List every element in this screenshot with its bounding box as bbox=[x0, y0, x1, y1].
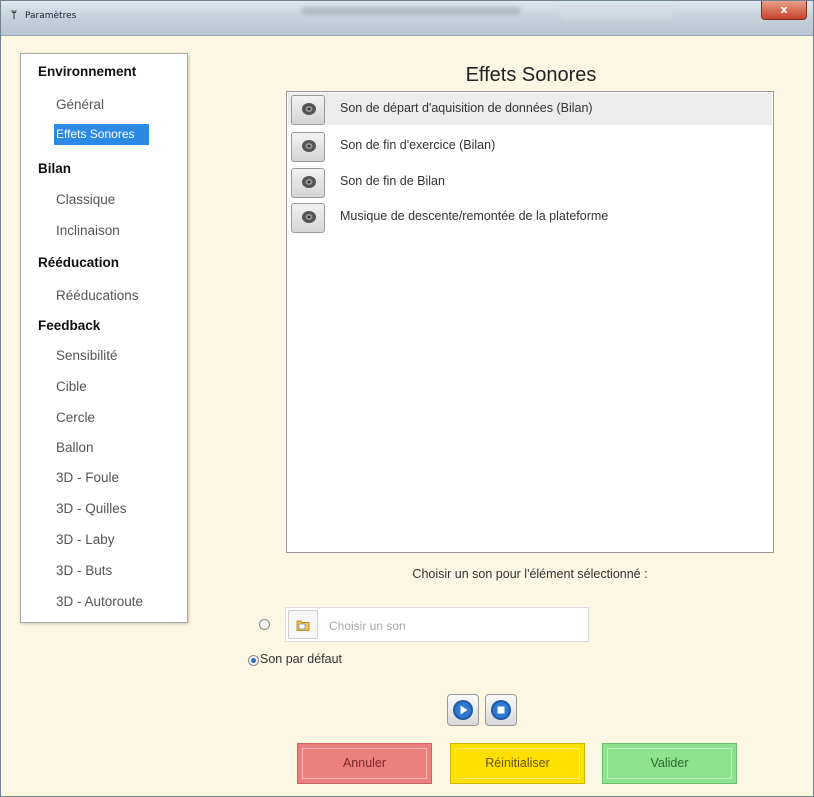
title-bar-blur bbox=[301, 7, 521, 15]
settings-window: ᛘ Paramètres x Environnement Général Eff… bbox=[0, 0, 814, 797]
list-item[interactable]: Musique de descente/remontée de la plate… bbox=[288, 201, 772, 233]
close-button[interactable]: x bbox=[761, 1, 807, 20]
nav-item-cercle[interactable]: Cercle bbox=[56, 410, 95, 425]
settings-nav: Environnement Général Effets Sonores Bil… bbox=[20, 53, 188, 623]
window-title: Paramètres bbox=[25, 11, 77, 21]
play-button[interactable] bbox=[447, 694, 479, 726]
list-item[interactable]: Son de fin d'exercice (Bilan) bbox=[288, 130, 772, 162]
nav-item-effets-sonores[interactable]: Effets Sonores bbox=[54, 124, 149, 145]
nav-item-ballon[interactable]: Ballon bbox=[56, 440, 94, 455]
list-item-label: Son de fin de Bilan bbox=[340, 174, 445, 188]
default-sound-radio[interactable] bbox=[248, 655, 259, 666]
nav-item-classique[interactable]: Classique bbox=[56, 192, 115, 207]
play-sound-button[interactable] bbox=[291, 203, 325, 233]
nav-category-environnement[interactable]: Environnement bbox=[38, 64, 136, 79]
nav-category-reeducation[interactable]: Rééducation bbox=[38, 255, 119, 270]
sound-effects-list: Son de départ d'aquisition de données (B… bbox=[286, 91, 774, 553]
speaker-icon bbox=[302, 176, 316, 188]
list-item-label: Son de départ d'aquisition de données (B… bbox=[340, 101, 593, 115]
list-item-label: Son de fin d'exercice (Bilan) bbox=[340, 138, 496, 152]
play-sound-button[interactable] bbox=[291, 168, 325, 198]
validate-button[interactable]: Valider bbox=[602, 743, 737, 784]
nav-item-3d-laby[interactable]: 3D - Laby bbox=[56, 532, 115, 547]
browse-button[interactable] bbox=[288, 610, 318, 639]
page-title: Effets Sonores bbox=[465, 64, 597, 86]
custom-sound-radio[interactable] bbox=[259, 619, 270, 630]
nav-item-3d-buts[interactable]: 3D - Buts bbox=[56, 563, 112, 578]
list-item-label: Musique de descente/remontée de la plate… bbox=[340, 209, 609, 223]
speaker-icon bbox=[302, 211, 316, 223]
nav-item-3d-autoroute[interactable]: 3D - Autoroute bbox=[56, 594, 143, 609]
stop-icon bbox=[491, 700, 511, 720]
cancel-button[interactable]: Annuler bbox=[297, 743, 432, 784]
reset-button[interactable]: Réinitialiser bbox=[450, 743, 585, 784]
speaker-icon bbox=[302, 103, 316, 115]
choose-sound-label: Choisir un son pour l'élément sélectionn… bbox=[412, 567, 648, 581]
nav-item-general[interactable]: Général bbox=[56, 97, 104, 112]
title-bar: ᛘ Paramètres x bbox=[1, 1, 813, 36]
title-bar-blur bbox=[561, 5, 671, 19]
nav-item-sensibilite[interactable]: Sensibilité bbox=[56, 348, 118, 363]
speaker-icon bbox=[302, 140, 316, 152]
app-logo-icon: ᛘ bbox=[11, 10, 17, 21]
play-sound-button[interactable] bbox=[291, 132, 325, 162]
nav-item-inclinaison[interactable]: Inclinaison bbox=[56, 223, 120, 238]
custom-sound-field[interactable]: Choisir un son bbox=[285, 607, 589, 642]
folder-icon bbox=[296, 620, 310, 631]
play-icon bbox=[453, 700, 473, 720]
nav-item-reeducations[interactable]: Rééducations bbox=[56, 288, 139, 303]
stop-button[interactable] bbox=[485, 694, 517, 726]
nav-item-3d-quilles[interactable]: 3D - Quilles bbox=[56, 501, 127, 516]
custom-sound-placeholder: Choisir un son bbox=[329, 619, 406, 633]
nav-item-3d-foule[interactable]: 3D - Foule bbox=[56, 470, 119, 485]
default-sound-label: Son par défaut bbox=[260, 652, 343, 666]
list-item[interactable]: Son de fin de Bilan bbox=[288, 166, 772, 198]
list-item[interactable]: Son de départ d'aquisition de données (B… bbox=[288, 93, 772, 125]
nav-item-cible[interactable]: Cible bbox=[56, 379, 87, 394]
nav-category-bilan[interactable]: Bilan bbox=[38, 161, 71, 176]
nav-category-feedback[interactable]: Feedback bbox=[38, 318, 100, 333]
play-sound-button[interactable] bbox=[291, 95, 325, 125]
